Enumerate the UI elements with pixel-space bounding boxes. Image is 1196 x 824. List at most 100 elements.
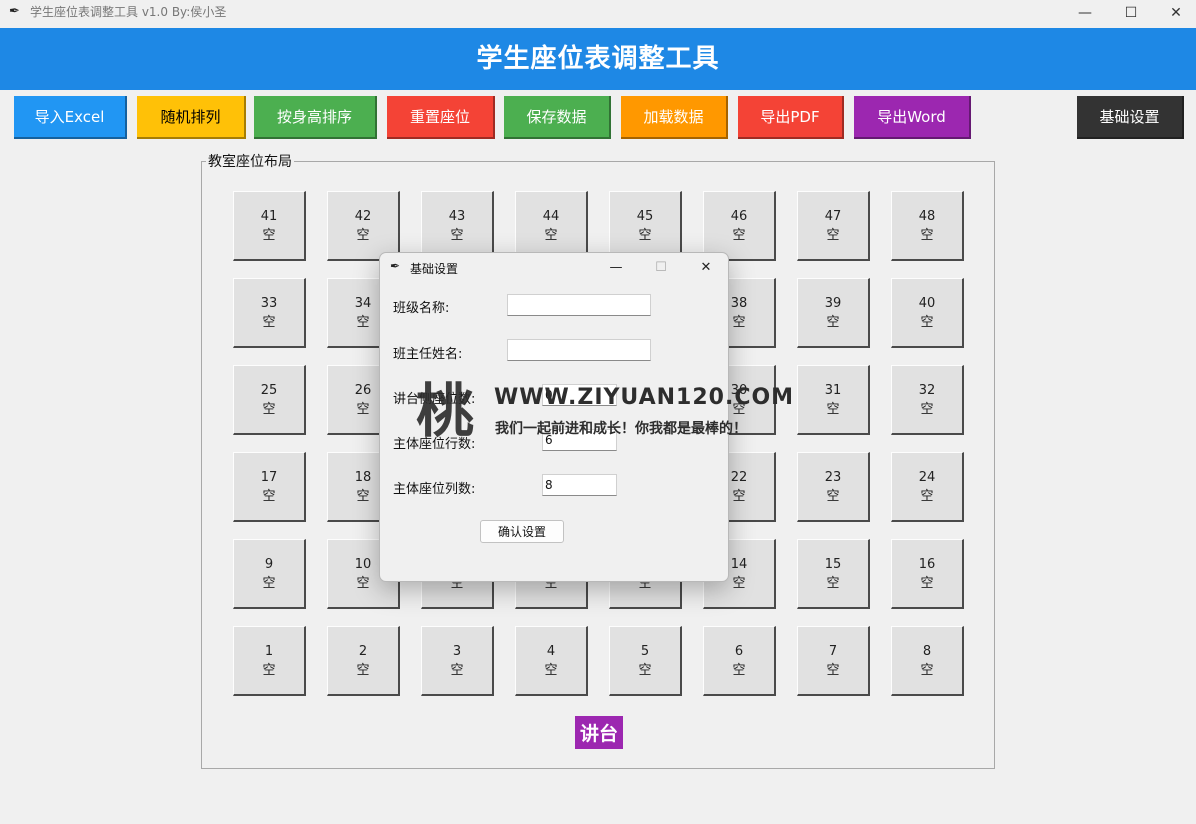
seat-number: 18 [354, 469, 372, 485]
minimize-icon: — [1078, 5, 1092, 21]
seat-student-name: 空 [450, 662, 464, 678]
seat-number: 42 [354, 208, 372, 224]
seat-student-name: 空 [826, 314, 840, 330]
seat-button[interactable]: 32 空 [891, 365, 964, 435]
app-header: 学生座位表调整工具 [0, 28, 1196, 90]
seat-student-name: 空 [356, 575, 370, 591]
sort-by-height-button[interactable]: 按身高排序 [254, 96, 377, 139]
maximize-icon: ☐ [1124, 5, 1138, 21]
window-title: 学生座位表调整工具 v1.0 By:侯小圣 [30, 5, 227, 19]
seat-button[interactable]: 8空 [891, 626, 964, 696]
load-data-button[interactable]: 加载数据 [621, 96, 728, 139]
seat-student-name: 空 [638, 227, 652, 243]
seat-number: 33 [260, 295, 278, 311]
seat-student-name: 空 [356, 488, 370, 504]
seat-number: 15 [824, 556, 842, 572]
seat-button[interactable]: 45 空 [609, 191, 682, 261]
seat-button[interactable]: 6空 [703, 626, 776, 696]
dialog-close-button[interactable]: ✕ [686, 256, 726, 278]
seat-button[interactable]: 43 空 [421, 191, 494, 261]
seat-student-name: 空 [920, 575, 934, 591]
main-rows-input[interactable] [542, 429, 617, 451]
podium-seats-input[interactable] [542, 384, 617, 406]
export-pdf-button[interactable]: 导出PDF [738, 96, 844, 139]
seat-number: 44 [542, 208, 560, 224]
class-name-label: 班级名称: [393, 301, 450, 316]
save-data-button[interactable]: 保存数据 [504, 96, 611, 139]
teacher-name-input[interactable] [507, 339, 651, 361]
basic-settings-button[interactable]: 基础设置 [1077, 96, 1184, 139]
feather-icon: ✒ [390, 259, 401, 273]
seat-student-name: 空 [826, 662, 840, 678]
podium-label: 讲台 [575, 716, 623, 749]
seat-button[interactable]: 2空 [327, 626, 400, 696]
export-word-button[interactable]: 导出Word [854, 96, 971, 139]
seat-student-name: 空 [920, 227, 934, 243]
seat-button[interactable]: 24 空 [891, 452, 964, 522]
seat-student-name: 空 [262, 227, 276, 243]
classroom-layout-legend: 教室座位布局 [206, 154, 294, 170]
seat-button[interactable]: 42 空 [327, 191, 400, 261]
seat-number: 5 [640, 643, 650, 659]
main-rows-label: 主体座位行数: [393, 437, 476, 452]
seat-number: 34 [354, 295, 372, 311]
seat-button[interactable]: 15 空 [797, 539, 870, 609]
seat-student-name: 空 [732, 662, 746, 678]
seat-button[interactable]: 23 空 [797, 452, 870, 522]
seat-button[interactable]: 31 空 [797, 365, 870, 435]
maximize-button[interactable]: ☐ [1108, 0, 1154, 26]
class-name-input[interactable] [507, 294, 651, 316]
seat-number: 14 [730, 556, 748, 572]
seat-button[interactable]: 25 空 [233, 365, 306, 435]
seat-button[interactable]: 46 空 [703, 191, 776, 261]
main-cols-label: 主体座位列数: [393, 482, 476, 497]
main-cols-input[interactable] [542, 474, 617, 496]
seat-button[interactable]: 9空 [233, 539, 306, 609]
seat-button[interactable]: 48 空 [891, 191, 964, 261]
seat-button[interactable]: 3空 [421, 626, 494, 696]
seat-number: 7 [828, 643, 838, 659]
dialog-maximize-button[interactable]: ☐ [641, 256, 681, 278]
close-icon: ✕ [1170, 5, 1182, 21]
seat-student-name: 空 [920, 401, 934, 417]
dialog-minimize-button[interactable]: — [596, 256, 636, 278]
seat-student-name: 空 [450, 227, 464, 243]
seat-button[interactable]: 40 空 [891, 278, 964, 348]
seat-button[interactable]: 47 空 [797, 191, 870, 261]
close-button[interactable]: ✕ [1153, 0, 1196, 26]
seat-button[interactable]: 7空 [797, 626, 870, 696]
seat-button[interactable]: 1空 [233, 626, 306, 696]
seat-student-name: 空 [262, 662, 276, 678]
random-arrange-button[interactable]: 随机排列 [137, 96, 246, 139]
seat-student-name: 空 [826, 488, 840, 504]
seat-student-name: 空 [356, 314, 370, 330]
seat-button[interactable]: 41 空 [233, 191, 306, 261]
import-excel-button[interactable]: 导入Excel [14, 96, 127, 139]
seat-button[interactable]: 16 空 [891, 539, 964, 609]
podium-seats-label: 讲台侧座位数: [393, 392, 476, 407]
seat-button[interactable]: 5空 [609, 626, 682, 696]
seat-student-name: 空 [262, 314, 276, 330]
seat-button[interactable]: 4空 [515, 626, 588, 696]
seat-number: 4 [546, 643, 556, 659]
dialog-titlebar: ✒ 基础设置 — ☐ ✕ [380, 253, 728, 283]
seat-button[interactable]: 44 空 [515, 191, 588, 261]
seat-student-name: 空 [732, 227, 746, 243]
seat-number: 38 [730, 295, 748, 311]
seat-number: 2 [358, 643, 368, 659]
seat-student-name: 空 [920, 488, 934, 504]
seat-student-name: 空 [356, 401, 370, 417]
seat-button[interactable]: 39 空 [797, 278, 870, 348]
seat-button[interactable]: 17 空 [233, 452, 306, 522]
confirm-settings-button[interactable]: 确认设置 [480, 520, 564, 543]
seat-number: 41 [260, 208, 278, 224]
seat-button[interactable]: 33 空 [233, 278, 306, 348]
minimize-icon: — [609, 259, 623, 275]
seat-number: 31 [824, 382, 842, 398]
seat-number: 22 [730, 469, 748, 485]
seat-number: 32 [918, 382, 936, 398]
seat-number: 17 [260, 469, 278, 485]
minimize-button[interactable]: — [1062, 0, 1108, 26]
seat-student-name: 空 [826, 227, 840, 243]
reset-seats-button[interactable]: 重置座位 [387, 96, 495, 139]
